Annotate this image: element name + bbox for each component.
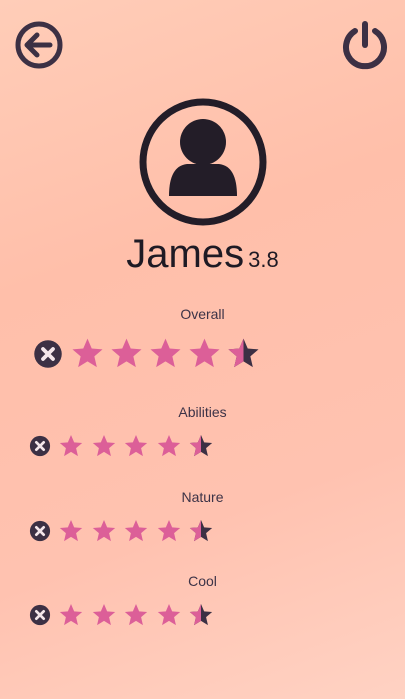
close-circle-icon xyxy=(29,520,51,542)
close-circle-icon xyxy=(29,604,51,626)
rating-star[interactable] xyxy=(58,602,84,628)
rating-star[interactable] xyxy=(70,336,105,371)
rating-star[interactable] xyxy=(123,433,149,459)
star-icon xyxy=(189,434,213,457)
user-circle-icon xyxy=(139,98,267,226)
star-icon xyxy=(124,603,148,626)
close-circle-icon xyxy=(29,435,51,457)
rating-star[interactable] xyxy=(226,336,261,371)
rating-star[interactable] xyxy=(188,433,214,459)
star-icon xyxy=(228,338,259,368)
rating-label-overall: Overall xyxy=(180,306,225,322)
rating-star[interactable] xyxy=(123,602,149,628)
star-icon xyxy=(59,603,83,626)
avatar xyxy=(137,96,269,228)
rating-label-abilities: Abilities xyxy=(178,404,227,420)
rating-star[interactable] xyxy=(188,518,214,544)
clear-rating-button[interactable] xyxy=(33,339,63,369)
star-icon xyxy=(59,519,83,542)
power-icon xyxy=(343,21,387,70)
power-button[interactable] xyxy=(339,20,391,72)
star-icon xyxy=(92,434,115,457)
clear-rating-button[interactable] xyxy=(29,435,51,457)
rating-star[interactable] xyxy=(123,518,149,544)
back-button[interactable] xyxy=(14,20,64,70)
rating-star[interactable] xyxy=(58,433,84,459)
rating-star[interactable] xyxy=(156,602,182,628)
star-icon xyxy=(92,519,115,542)
star-icon xyxy=(189,519,213,542)
profile-name: James xyxy=(126,232,245,276)
star-icon xyxy=(92,603,115,626)
star-icon xyxy=(124,519,148,542)
rating-star[interactable] xyxy=(109,336,144,371)
rating-star[interactable] xyxy=(187,336,222,371)
rating-star[interactable] xyxy=(156,433,182,459)
star-icon xyxy=(157,519,180,542)
rating-row-overall xyxy=(33,336,261,371)
star-icon xyxy=(189,603,213,626)
clear-rating-button[interactable] xyxy=(29,520,51,542)
rating-star[interactable] xyxy=(91,602,117,628)
rating-star[interactable] xyxy=(91,433,117,459)
star-icon xyxy=(111,338,142,368)
rating-star[interactable] xyxy=(91,518,117,544)
rating-star[interactable] xyxy=(188,602,214,628)
star-icon xyxy=(72,338,103,368)
star-icon xyxy=(157,434,180,457)
rating-label-cool: Cool xyxy=(188,573,217,589)
clear-rating-button[interactable] xyxy=(29,604,51,626)
star-icon xyxy=(157,603,180,626)
rating-row-abilities xyxy=(29,433,214,459)
arrow-left-circle-icon xyxy=(15,21,63,69)
rating-star[interactable] xyxy=(148,336,183,371)
profile-name-row: James 3.8 xyxy=(0,232,405,277)
star-icon xyxy=(124,434,148,457)
star-icon xyxy=(59,434,83,457)
star-icon xyxy=(189,338,220,368)
rating-row-nature xyxy=(29,518,214,544)
profile-score: 3.8 xyxy=(248,247,279,272)
rating-star[interactable] xyxy=(156,518,182,544)
rating-row-cool xyxy=(29,602,214,628)
star-icon xyxy=(150,338,181,368)
rating-label-nature: Nature xyxy=(181,489,224,505)
close-circle-icon xyxy=(34,339,62,368)
rating-star[interactable] xyxy=(58,518,84,544)
